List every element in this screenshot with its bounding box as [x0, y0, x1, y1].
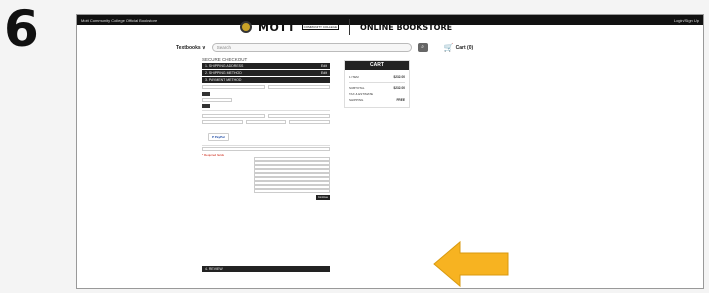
- checkout-title: SECURE CHECKOUT: [202, 57, 248, 62]
- apply-promo-button[interactable]: [202, 104, 210, 108]
- cart-link[interactable]: 🛒 Cart (0): [444, 43, 473, 52]
- address-field-row: [202, 189, 330, 193]
- gift-card-row: [202, 84, 330, 90]
- step-shipping-address[interactable]: 1. SHIPPING ADDRESS Edit: [202, 63, 330, 69]
- card-type-select[interactable]: [202, 113, 265, 118]
- step-shipping-method[interactable]: 2. SHIPPING METHOD Edit: [202, 70, 330, 76]
- phone-input[interactable]: [254, 189, 330, 193]
- paypal-button[interactable]: P PayPal: [208, 132, 229, 141]
- cart-icon: 🛒: [443, 43, 454, 52]
- college-seal-icon: [240, 21, 252, 33]
- pointer-arrow-icon: [433, 240, 509, 288]
- card-row-2: [202, 119, 331, 125]
- divider: [202, 110, 330, 111]
- cart-label: Cart (0): [455, 44, 474, 51]
- brand-subtitle: COMMUNITY COLLEGE: [301, 24, 340, 30]
- store-name: ONLINE BOOKSTORE: [360, 22, 453, 32]
- navigation-row: Textbooks ∨ Search ⌕ 🛒 Cart (0): [176, 43, 473, 52]
- divider: [349, 82, 405, 83]
- search-button[interactable]: ⌕: [417, 43, 428, 52]
- site-title: Mott Community College Official Bookstor…: [81, 17, 158, 23]
- gift-card-input[interactable]: [202, 85, 265, 89]
- search-input[interactable]: Search: [211, 43, 412, 52]
- brand-name: MOTT: [258, 20, 296, 34]
- cardholder-name-input[interactable]: [202, 119, 243, 124]
- cvv-input[interactable]: [289, 119, 331, 124]
- step-edit-link[interactable]: Edit: [321, 71, 327, 75]
- textbooks-menu[interactable]: Textbooks ∨: [176, 45, 206, 51]
- promo-code-input[interactable]: [202, 98, 232, 102]
- checkout-panel: SECURE CHECKOUT 1. SHIPPING ADDRESS Edit…: [202, 57, 331, 200]
- step-review[interactable]: 4. REVIEW: [202, 266, 330, 272]
- step-number: 6: [4, 0, 39, 58]
- step-label: 3. PAYMENT METHOD: [205, 78, 242, 82]
- cart-summary-title: CART: [345, 61, 409, 70]
- card-number-input[interactable]: [267, 113, 330, 118]
- cart-summary: CART 1 ITEM $232.00 SUBTOTAL $232.00 TAX &…: [344, 60, 410, 108]
- apply-gift-card-button[interactable]: [202, 92, 210, 96]
- login-link[interactable]: Login/Sign Up: [674, 18, 699, 23]
- gift-card-pin-input[interactable]: [267, 85, 330, 89]
- divider: [202, 144, 330, 145]
- store-logo[interactable]: MOTT COMMUNITY COLLEGE ONLINE BOOKSTORE: [240, 19, 452, 35]
- billing-address-select[interactable]: [202, 147, 330, 151]
- expiration-input[interactable]: [245, 119, 287, 124]
- step-label: 1. SHIPPING ADDRESS: [205, 64, 244, 68]
- step-payment-method: 3. PAYMENT METHOD: [202, 77, 330, 83]
- brand-divider: [349, 19, 351, 35]
- cart-line: 1 ITEM $232.00: [349, 75, 405, 79]
- bookstore-screenshot: Mott Community College Official Bookstor…: [76, 14, 704, 289]
- step-label: 2. SHIPPING METHOD: [205, 71, 242, 75]
- step-edit-link[interactable]: Edit: [321, 64, 327, 68]
- continue-button[interactable]: Continue: [316, 195, 330, 200]
